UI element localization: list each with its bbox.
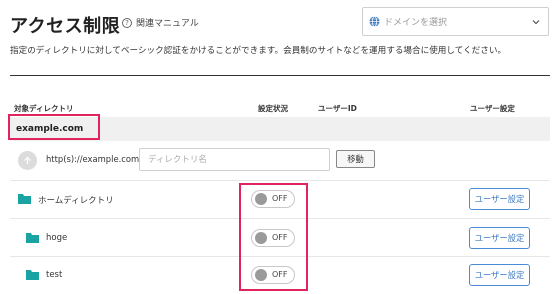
- user-settings-button[interactable]: ユーザー設定: [469, 264, 530, 286]
- folder-icon: [26, 270, 39, 280]
- divider: [10, 75, 550, 76]
- page-description: 指定のディレクトリに対してベーシック認証をかけることができます。会員制のサイトな…: [10, 46, 507, 56]
- toggle-knob: [255, 269, 267, 281]
- move-button[interactable]: 移動: [336, 150, 375, 168]
- directory-name: hoge: [46, 233, 68, 243]
- page-title: アクセス制限: [10, 16, 121, 37]
- toggle-knob: [255, 232, 267, 244]
- user-settings-button[interactable]: ユーザー設定: [469, 188, 530, 210]
- column-header-user-id: ユーザーID: [318, 104, 357, 113]
- domain-group-header: [10, 117, 550, 141]
- manual-link-label: 関連マニュアル: [136, 19, 199, 29]
- chevron-down-icon: [532, 20, 540, 25]
- domain-name: example.com: [16, 124, 84, 134]
- status-toggle[interactable]: OFF: [251, 229, 295, 247]
- column-header-directory: 対象ディレクトリ: [14, 104, 74, 113]
- toggle-state: OFF: [272, 194, 288, 203]
- column-header-status: 設定状況: [258, 104, 288, 113]
- parent-directory-button[interactable]: [18, 151, 37, 170]
- toggle-knob: [255, 193, 267, 205]
- toggle-state: OFF: [272, 270, 288, 279]
- status-toggle[interactable]: OFF: [251, 190, 295, 208]
- folder-icon: [26, 233, 39, 243]
- question-circle-icon: ?: [122, 17, 132, 28]
- toggle-state: OFF: [272, 233, 288, 242]
- directory-name: test: [46, 270, 63, 280]
- domain-select[interactable]: ドメインを選択: [362, 7, 549, 36]
- column-header-user-settings: ユーザー設定: [470, 104, 515, 113]
- user-settings-button[interactable]: ユーザー設定: [469, 227, 530, 249]
- url-prefix: http(s)://example.com/: [46, 154, 142, 164]
- directory-name: ホームディレクトリ: [38, 196, 114, 206]
- manual-link[interactable]: ? 関連マニュアル: [122, 16, 199, 29]
- domain-select-placeholder: ドメインを選択: [384, 18, 448, 28]
- status-toggle[interactable]: OFF: [251, 266, 295, 284]
- folder-icon: [18, 194, 31, 204]
- arrow-up-icon: [24, 156, 31, 164]
- directory-name-input[interactable]: [139, 148, 330, 171]
- globe-icon: [369, 16, 380, 27]
